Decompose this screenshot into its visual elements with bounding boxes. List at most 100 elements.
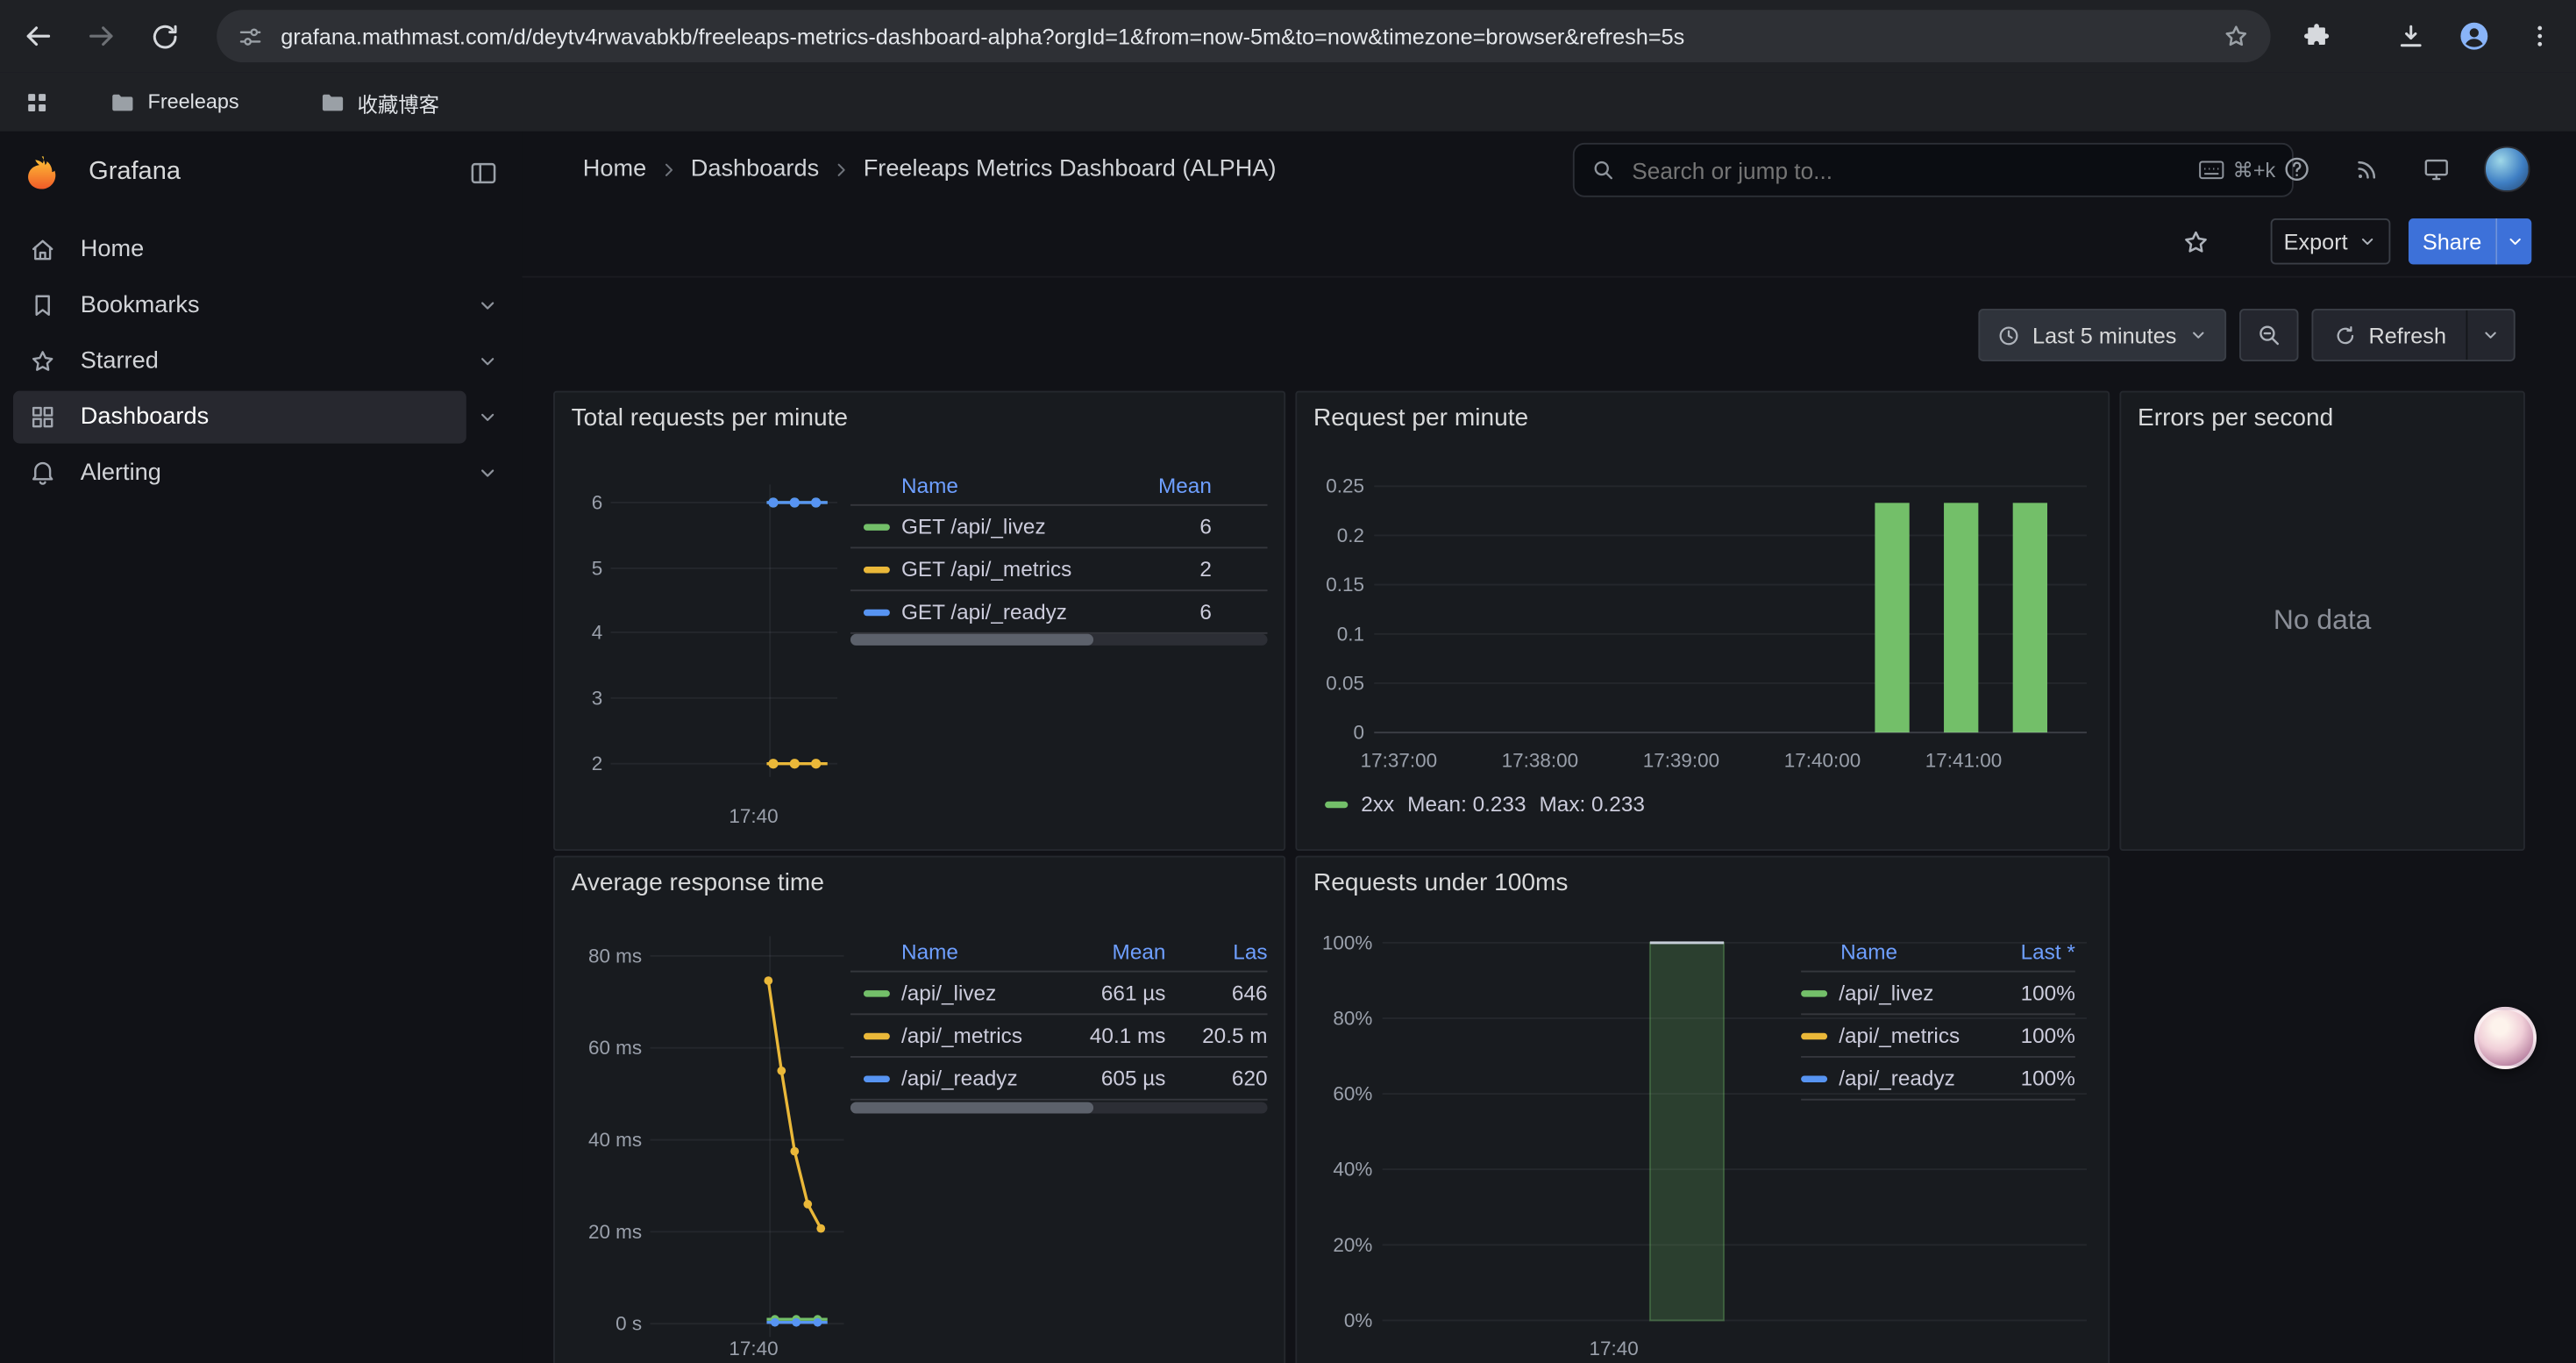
series-color-dash [864,523,890,529]
site-info-icon[interactable] [237,22,265,50]
download-icon [2395,20,2426,52]
legend-col-mean[interactable]: Mean [1074,938,1166,963]
chevron-down-icon [2358,232,2377,251]
legend-row[interactable]: /api/_metrics 100% [1801,1015,2075,1058]
panel-title[interactable]: Request per minute [1313,404,1528,432]
time-range-picker[interactable]: Last 5 minutes [1978,309,2225,361]
zoom-out-icon [2255,322,2281,348]
sidebar-item-dashboards[interactable]: Dashboards [13,389,509,446]
svg-text:0%: 0% [1344,1309,1372,1331]
expand-alerting-button[interactable] [466,461,509,484]
sidebar-item-alerting[interactable]: Alerting [13,445,509,501]
legend-col-name[interactable]: Name [901,472,1114,496]
user-avatar[interactable] [2484,146,2530,192]
legend-row[interactable]: /api/_livez 100% [1801,973,2075,1016]
reload-icon [148,20,180,52]
no-data-message: No data [2121,393,2523,850]
refresh-interval-button[interactable] [2466,310,2513,360]
extensions-button[interactable] [2288,8,2345,64]
help-button[interactable] [2274,146,2319,192]
refresh-button[interactable]: Refresh [2313,310,2466,360]
collapse-sidebar-button[interactable] [468,157,500,189]
downloads-button[interactable] [2382,8,2438,64]
legend-col-last[interactable]: Last * [1996,938,2075,963]
bookmark-star-icon[interactable] [2221,21,2251,51]
favorite-dashboard-button[interactable] [2175,222,2215,261]
apps-grid-button[interactable] [13,79,59,125]
news-rss-button[interactable] [2343,146,2388,192]
share-button[interactable]: Share [2409,218,2495,264]
forward-icon [85,19,117,52]
chevron-down-icon [476,350,499,373]
display-button[interactable] [2414,146,2459,192]
expand-dashboards-button[interactable] [466,406,509,429]
breadcrumb-home[interactable]: Home [583,156,646,182]
address-bar[interactable] [217,10,2270,62]
dashboards-icon [28,403,58,432]
legend-col-mean[interactable]: Mean [1114,472,1212,496]
back-button[interactable] [10,8,66,64]
bookmark-item-blog[interactable]: 收藏博客 [308,81,449,124]
svg-text:17:40: 17:40 [729,805,778,827]
svg-text:17:39:00: 17:39:00 [1643,749,1719,771]
chevron-right-icon [830,159,851,180]
legend-row[interactable]: GET /api/_livez 6 [850,506,1268,549]
zoom-out-time-button[interactable] [2239,309,2298,361]
search-box[interactable]: ⌘+k [1573,143,2294,197]
grafana-header: Home Dashboards Freeleaps Metrics Dashbo… [522,132,2575,207]
expand-starred-button[interactable] [466,350,509,373]
legend-row[interactable]: /api/_livez 661 µs 646 [850,973,1268,1016]
bookmark-item-freeleaps[interactable]: Freeleaps [98,81,249,124]
breadcrumb-dashboards[interactable]: Dashboards [691,156,819,182]
export-button[interactable]: Export [2271,218,2391,264]
legend-col-name[interactable]: Name [901,938,1074,963]
bell-icon [28,458,58,488]
panel-title[interactable]: Requests under 100ms [1313,869,1568,897]
floating-avatar-overlay[interactable] [2474,1007,2537,1069]
legend-row[interactable]: GET /api/_readyz 6 [850,591,1268,634]
svg-text:0.25: 0.25 [1326,475,1364,497]
search-input[interactable] [1629,155,2199,185]
chevron-down-icon [476,406,499,429]
svg-text:0.1: 0.1 [1337,623,1364,645]
panel-title[interactable]: Errors per second [2138,404,2333,432]
chevron-down-icon [2188,325,2208,345]
chevron-down-icon [2504,232,2523,251]
url-input[interactable] [277,22,2221,50]
svg-text:100%: 100% [1322,931,1372,953]
profile-avatar-icon [2456,18,2492,54]
svg-text:60 ms: 60 ms [588,1037,642,1059]
legend-table: Name Mean Las /api/_livez 661 µs 646 /ap… [850,931,1268,1101]
sidebar-item-home[interactable]: Home [13,222,509,278]
series-color-dash [1801,1032,1827,1038]
legend-scrollbar[interactable] [850,634,1268,646]
profile-button[interactable] [2446,8,2502,64]
legend-row[interactable]: GET /api/_metrics 2 [850,548,1268,591]
legend-row[interactable]: /api/_readyz 100% [1801,1058,2075,1101]
legend-col-name[interactable]: Name [1840,938,1996,963]
home-icon [28,235,58,265]
panel-title[interactable]: Average response time [572,869,824,897]
legend-inline[interactable]: 2xx Mean: 0.233 Max: 0.233 [1325,792,1645,817]
browser-menu-button[interactable] [2512,8,2568,64]
dashboard-toolbar: Export Share [522,207,2575,278]
series-color-dash [1801,1075,1827,1081]
sidebar-item-bookmarks[interactable]: Bookmarks [13,277,509,333]
series-mean: Mean: 0.233 [1407,792,1526,817]
share-split-button: Share [2409,218,2531,264]
series-color-dash [864,566,890,572]
legend-row[interactable]: /api/_metrics 40.1 ms 20.5 m [850,1015,1268,1058]
legend-scrollbar[interactable] [850,1102,1268,1113]
screen: Freeleaps 收藏博客 Grafana Home Bookmarks [0,0,2576,1363]
sidebar-item-starred[interactable]: Starred [13,333,509,389]
reload-button[interactable] [136,8,192,64]
panel-title[interactable]: Total requests per minute [572,404,848,432]
svg-text:4: 4 [592,621,603,643]
legend-row[interactable]: /api/_readyz 605 µs 620 [850,1058,1268,1101]
panel-requests-under-100ms: Requests under 100ms 100%80%60%40%20%0%1… [1295,856,2110,1363]
share-menu-button[interactable] [2495,218,2531,264]
svg-text:0 s: 0 s [616,1313,642,1335]
expand-bookmarks-button[interactable] [466,294,509,317]
panel-total-requests-per-minute: Total requests per minute 6543217:40 Nam… [553,391,1285,851]
legend-col-last[interactable]: Las [1172,938,1268,963]
